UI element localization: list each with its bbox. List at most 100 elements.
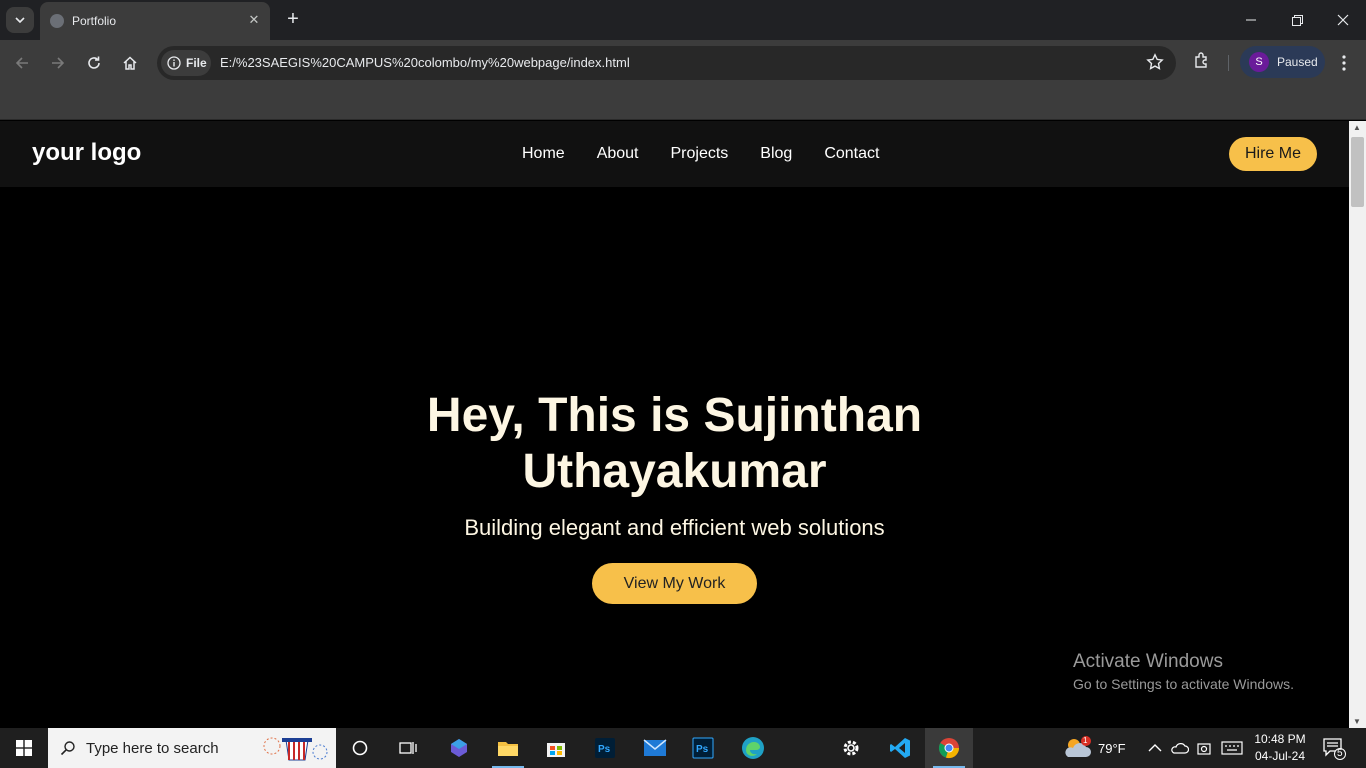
scroll-down-icon[interactable]: ▼	[1353, 717, 1361, 726]
clock-time: 10:48 PM	[1254, 732, 1306, 746]
chevron-down-icon	[15, 17, 25, 23]
site-logo[interactable]: your logo	[32, 139, 141, 167]
hire-me-button[interactable]: Hire Me	[1229, 137, 1317, 171]
cloud-sync-icon	[1171, 743, 1189, 754]
windows-logo-icon	[16, 740, 32, 756]
notification-center-button[interactable]: 5	[1322, 736, 1346, 760]
hero-title-line1: Hey, This is Sujinthan	[426, 389, 923, 442]
chrome-button[interactable]	[925, 728, 973, 768]
restore-icon	[1291, 14, 1303, 26]
reload-button[interactable]	[82, 51, 106, 75]
settings-button[interactable]	[827, 728, 875, 768]
main-nav: Home About Projects Blog Contact	[522, 145, 911, 163]
copilot-button[interactable]	[435, 728, 483, 768]
task-view-button[interactable]	[384, 728, 432, 768]
svg-text:Ps: Ps	[696, 744, 709, 755]
file-explorer-icon	[498, 742, 518, 756]
store-icon	[547, 743, 565, 757]
photoshop-button-2[interactable]: Ps	[679, 728, 727, 768]
minimize-icon	[1246, 19, 1256, 21]
profile-status: Paused	[1277, 55, 1318, 69]
page-viewport: your logo Home About Projects Blog Conta…	[0, 121, 1349, 728]
watermark-subtitle: Go to Settings to activate Windows.	[1073, 676, 1294, 692]
mail-button[interactable]	[631, 728, 679, 768]
scroll-thumb[interactable]	[1351, 137, 1364, 207]
notification-count: 5	[1337, 748, 1343, 759]
network-tray-button[interactable]	[1171, 728, 1189, 768]
arrow-left-icon	[15, 57, 28, 69]
bookmark-star-icon[interactable]	[1146, 53, 1164, 71]
back-button[interactable]	[10, 51, 34, 75]
weather-cloud-icon	[1065, 736, 1091, 757]
globe-icon	[50, 14, 64, 28]
scroll-up-icon[interactable]: ▲	[1353, 123, 1361, 132]
nav-contact[interactable]: Contact	[824, 145, 879, 163]
browser-tab[interactable]: Portfolio ✕	[40, 2, 270, 40]
start-button[interactable]	[0, 728, 48, 768]
restore-button[interactable]	[1282, 8, 1312, 32]
copilot-icon	[451, 739, 467, 757]
search-highlight-doodle-icon	[263, 737, 328, 761]
vscode-icon	[890, 738, 910, 758]
close-icon[interactable]: ✕	[246, 12, 262, 28]
forward-button[interactable]	[46, 51, 70, 75]
page-scrollbar[interactable]: ▲ ▼	[1349, 121, 1366, 728]
cortana-icon	[352, 740, 368, 756]
photoshop-icon: Ps	[595, 738, 615, 758]
nav-home[interactable]: Home	[522, 145, 565, 163]
cortana-button[interactable]	[336, 728, 384, 768]
tab-search-button[interactable]	[6, 7, 34, 33]
keyboard-icon	[1221, 741, 1243, 755]
minimize-button[interactable]	[1236, 8, 1266, 32]
home-button[interactable]	[118, 51, 142, 75]
extensions-icon[interactable]	[1192, 51, 1212, 71]
url-text[interactable]: E:/%23SAEGIS%20CAMPUS%20colombo/my%20web…	[220, 55, 630, 70]
close-window-button[interactable]	[1328, 8, 1358, 32]
hero-title-line2: Uthayakumar	[522, 445, 827, 498]
edge-icon	[742, 737, 764, 759]
taskbar-clock[interactable]: 10:48 PM 04-Jul-24	[1250, 731, 1310, 765]
info-icon	[167, 56, 181, 70]
site-info-chip[interactable]: File	[161, 50, 211, 76]
edge-button[interactable]	[729, 728, 777, 768]
new-tab-button[interactable]: +	[282, 8, 304, 30]
browser-menu-button[interactable]	[1334, 51, 1354, 75]
chevron-up-icon	[1148, 744, 1162, 752]
svg-text:Ps: Ps	[598, 744, 611, 755]
gear-icon	[843, 740, 859, 756]
show-hidden-icons-button[interactable]	[1148, 728, 1162, 768]
search-placeholder: Type here to search	[86, 739, 219, 757]
hero-subtitle: Building elegant and efficient web solut…	[464, 515, 885, 540]
watermark-title: Activate Windows	[1073, 651, 1223, 672]
photoshop-icon: Ps	[692, 737, 714, 759]
taskbar: Type here to search Ps Ps 79°F 1 10:48 P…	[0, 728, 1366, 768]
nav-blog[interactable]: Blog	[760, 145, 792, 163]
mail-icon	[643, 739, 667, 756]
nav-about[interactable]: About	[597, 145, 639, 163]
bookmarks-bar	[0, 86, 1366, 120]
more-vertical-icon	[1342, 55, 1346, 71]
chrome-icon	[938, 738, 960, 759]
view-my-work-button[interactable]: View My Work	[592, 563, 757, 604]
clock-date: 04-Jul-24	[1254, 749, 1306, 763]
profile-button[interactable]: S Paused	[1240, 46, 1325, 78]
meet-now-tray-button[interactable]	[1197, 728, 1211, 768]
keyboard-tray-button[interactable]	[1221, 728, 1243, 768]
task-view-icon	[399, 742, 417, 754]
file-explorer-button[interactable]	[484, 728, 532, 768]
address-bar[interactable]: File E:/%23SAEGIS%20CAMPUS%20colombo/my%…	[157, 46, 1176, 80]
store-button[interactable]	[532, 728, 580, 768]
arrow-right-icon	[52, 57, 65, 69]
photoshop-button[interactable]: Ps	[581, 728, 629, 768]
vscode-button[interactable]	[876, 728, 924, 768]
browser-toolbar: File E:/%23SAEGIS%20CAMPUS%20colombo/my%…	[0, 40, 1366, 86]
taskbar-search[interactable]: Type here to search	[48, 728, 336, 768]
tab-title: Portfolio	[72, 14, 117, 28]
hero-title: Hey, This is Sujinthan Uthayakumar	[0, 388, 1349, 500]
weather-widget[interactable]: 79°F 1	[1062, 728, 1126, 768]
activate-windows-watermark: Activate Windows Go to Settings to activ…	[1073, 651, 1294, 692]
camera-icon	[1197, 743, 1211, 755]
reload-icon	[88, 56, 100, 69]
nav-projects[interactable]: Projects	[671, 145, 729, 163]
site-header: your logo Home About Projects Blog Conta…	[0, 121, 1349, 187]
